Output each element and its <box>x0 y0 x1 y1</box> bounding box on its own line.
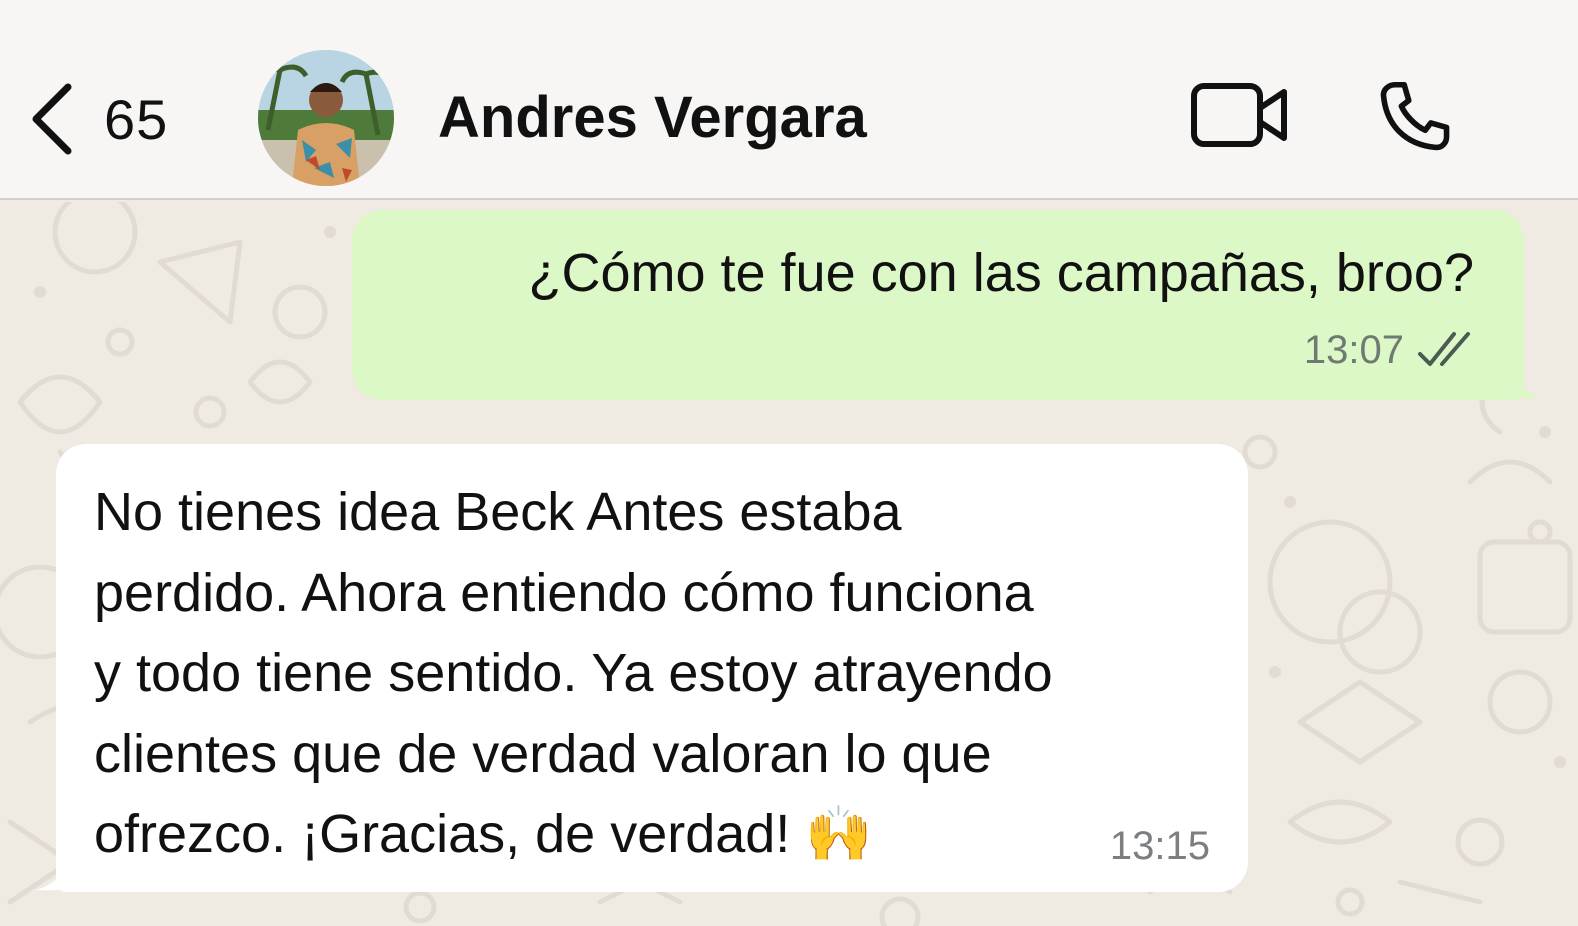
chat-header: 65 Andres Vergara <box>0 0 1578 200</box>
voice-call-button[interactable] <box>1372 76 1456 165</box>
incoming-message[interactable]: No tienes idea Beck Antes estaba perdido… <box>56 444 1248 892</box>
avatar[interactable] <box>258 50 394 186</box>
message-time: 13:15 <box>1109 824 1210 868</box>
outgoing-message[interactable]: ¿Cómo te fue con las campañas, broo? 13:… <box>352 210 1524 400</box>
message-time: 13:07 <box>1303 328 1404 372</box>
message-text: No tienes idea Beck Antes estaba perdido… <box>94 482 1053 864</box>
double-check-icon <box>1418 332 1470 366</box>
avatar-photo <box>258 50 394 186</box>
video-call-button[interactable] <box>1190 80 1290 155</box>
phone-icon <box>1380 81 1450 151</box>
video-camera-icon <box>1191 83 1287 147</box>
chevron-left-icon <box>32 83 72 155</box>
back-button[interactable]: 65 <box>30 74 168 164</box>
contact-name[interactable]: Andres Vergara <box>438 84 867 151</box>
chat-screen: 65 Andres Vergara ¿Cómo te fue con las c… <box>0 0 1578 926</box>
unread-count: 65 <box>104 87 169 151</box>
message-text: ¿Cómo te fue con las campañas, broo? <box>528 243 1474 303</box>
